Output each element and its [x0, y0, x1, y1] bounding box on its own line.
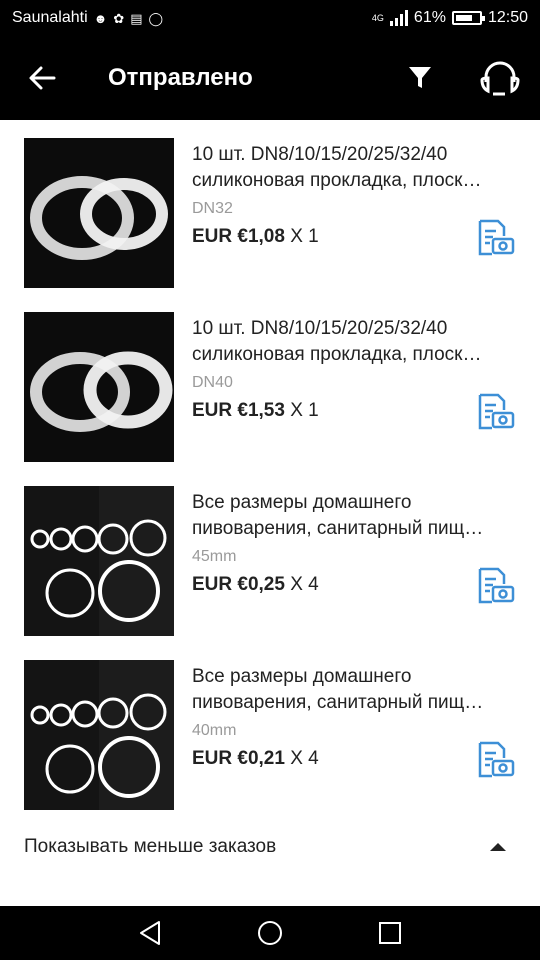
order-item[interactable]: 10 шт. DN8/10/15/20/25/32/40 силиконовая… — [0, 120, 540, 294]
quantity: X 1 — [290, 400, 319, 421]
clock: 12:50 — [487, 9, 528, 26]
show-fewer-orders-label: Показывать меньше заказов — [24, 836, 277, 857]
document-camera-icon — [478, 393, 515, 430]
document-camera-icon — [478, 741, 515, 778]
product-thumbnail[interactable] — [24, 660, 174, 810]
variant-label: 45mm — [192, 548, 237, 565]
order-info: Все размеры домашнего пивоварения, санит… — [192, 664, 522, 770]
arrow-left-icon — [29, 66, 56, 90]
whatsapp-icon: ◯ — [148, 10, 164, 26]
title-line: 10 шт. DN8/10/15/20/25/32/40 — [192, 318, 448, 339]
back-button[interactable] — [0, 36, 84, 120]
clear-rings-image — [24, 138, 174, 288]
product-title: 10 шт. DN8/10/15/20/25/32/40 силиконовая… — [192, 142, 522, 194]
white-orings-image — [24, 660, 174, 810]
notification-icon: ✿ — [113, 10, 125, 26]
caret-up-icon — [490, 843, 506, 851]
price: EUR €1,08 — [192, 226, 285, 247]
square-recents-icon — [379, 922, 401, 944]
circle-home-icon — [258, 921, 282, 945]
price-row: EUR €0,21 X 4 — [192, 748, 522, 770]
news-icon: ▤ — [130, 10, 143, 26]
nav-back-button[interactable] — [130, 913, 170, 953]
order-info: Все размеры домашнего пивоварения, санит… — [192, 490, 522, 596]
show-fewer-orders-button[interactable]: Показывать меньше заказов — [0, 820, 540, 874]
price: EUR €1,53 — [192, 400, 285, 421]
notification-icon: ☻ — [93, 10, 108, 26]
photo-review-button[interactable] — [476, 566, 516, 606]
nav-recents-button[interactable] — [370, 913, 410, 953]
system-nav-bar — [0, 906, 540, 960]
title-line: силиконовая прокладка, плоск… — [192, 170, 482, 191]
title-line: Все размеры домашнего — [192, 492, 412, 513]
variant-label: DN32 — [192, 200, 233, 217]
battery-percent: 61% — [413, 9, 446, 26]
nav-home-button[interactable] — [250, 913, 290, 953]
page-title: Отправлено — [108, 64, 253, 91]
battery-icon — [451, 11, 485, 25]
title-line: Все размеры домашнего — [192, 666, 412, 687]
order-info: 10 шт. DN8/10/15/20/25/32/40 силиконовая… — [192, 142, 522, 248]
price-row: EUR €1,53 X 1 — [192, 400, 522, 422]
white-orings-image — [24, 486, 174, 636]
document-camera-icon — [478, 219, 515, 256]
quantity: X 4 — [290, 574, 319, 595]
filter-button[interactable] — [380, 36, 460, 120]
variant-label: 40mm — [192, 722, 237, 739]
status-bar: Saunalahti ☻ ✿ ▤ ◯ 4G 61% 12:50 — [0, 0, 540, 36]
filter-icon — [409, 67, 431, 88]
quantity: X 4 — [290, 748, 319, 769]
product-title: 10 шт. DN8/10/15/20/25/32/40 силиконовая… — [192, 316, 522, 368]
price: EUR €0,21 — [192, 748, 285, 769]
photo-review-button[interactable] — [476, 218, 516, 258]
document-camera-icon — [478, 567, 515, 604]
product-thumbnail[interactable] — [24, 486, 174, 636]
product-title: Все размеры домашнего пивоварения, санит… — [192, 490, 522, 542]
variant-label: DN40 — [192, 374, 233, 391]
product-thumbnail[interactable] — [24, 312, 174, 462]
product-title: Все размеры домашнего пивоварения, санит… — [192, 664, 522, 716]
triangle-back-icon — [140, 921, 160, 945]
support-button[interactable] — [460, 36, 540, 120]
signal-icon — [389, 10, 408, 26]
order-item[interactable]: Все размеры домашнего пивоварения, санит… — [0, 642, 540, 816]
photo-review-button[interactable] — [476, 392, 516, 432]
carrier-name: Saunalahti — [12, 9, 88, 26]
title-line: силиконовая прокладка, плоск… — [192, 344, 482, 365]
photo-review-button[interactable] — [476, 740, 516, 780]
price-row: EUR €0,25 X 4 — [192, 574, 522, 596]
network-type: 4G — [371, 12, 384, 23]
order-item[interactable]: 10 шт. DN8/10/15/20/25/32/40 силиконовая… — [0, 294, 540, 468]
clear-rings-image — [24, 312, 174, 462]
order-item[interactable]: Все размеры домашнего пивоварения, санит… — [0, 468, 540, 642]
title-line: пивоварения, санитарный пищ… — [192, 518, 484, 539]
quantity: X 1 — [290, 226, 319, 247]
app-bar: Отправлено — [0, 36, 540, 120]
price-row: EUR €1,08 X 1 — [192, 226, 522, 248]
product-thumbnail[interactable] — [24, 138, 174, 288]
price: EUR €0,25 — [192, 574, 285, 595]
title-line: 10 шт. DN8/10/15/20/25/32/40 — [192, 144, 448, 165]
headset-icon — [480, 61, 520, 96]
title-line: пивоварения, санитарный пищ… — [192, 692, 484, 713]
order-info: 10 шт. DN8/10/15/20/25/32/40 силиконовая… — [192, 316, 522, 422]
